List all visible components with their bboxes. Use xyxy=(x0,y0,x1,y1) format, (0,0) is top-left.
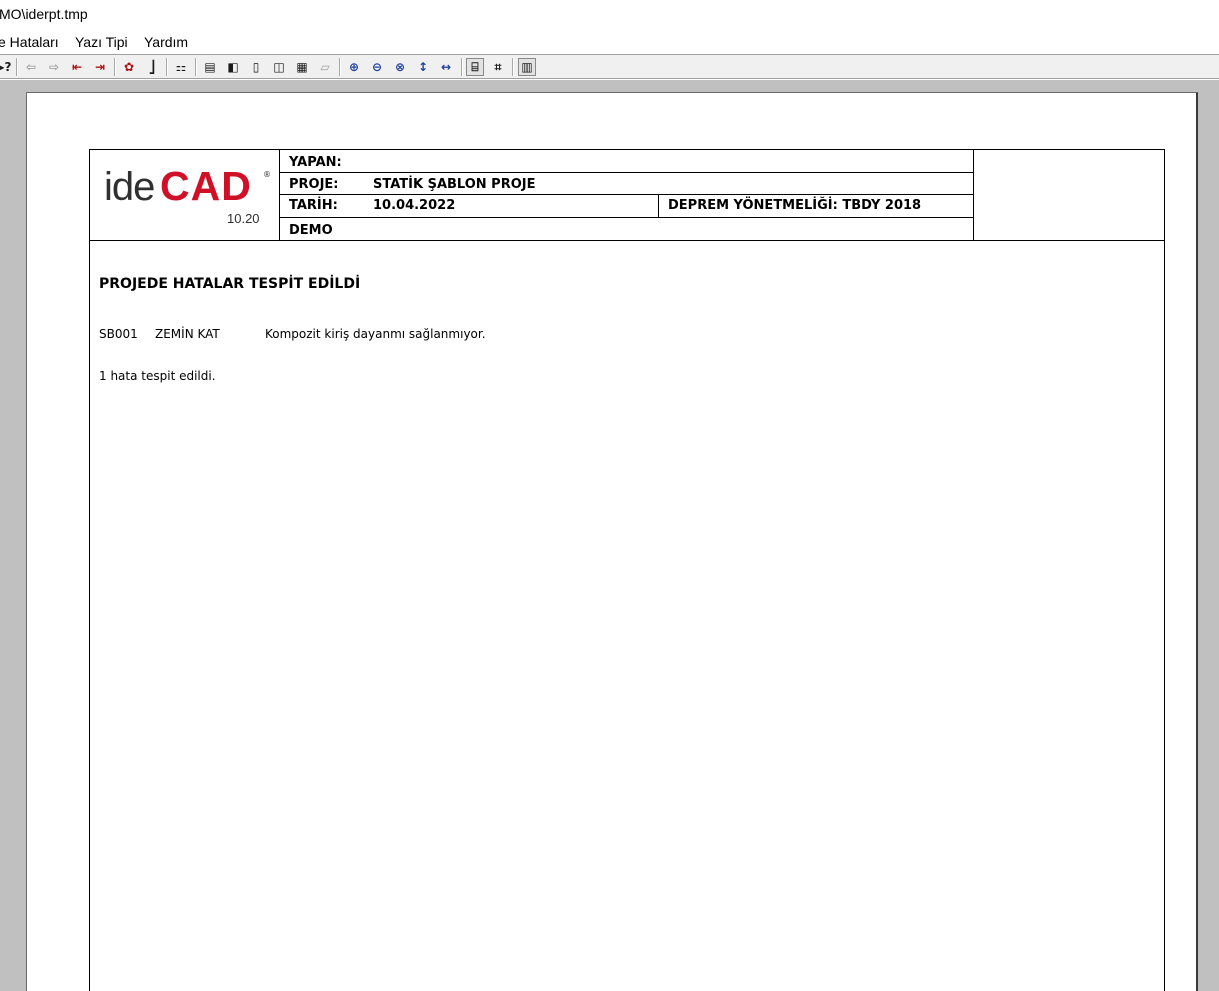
toolbar-separator xyxy=(195,58,197,76)
header-right-divider xyxy=(973,149,974,241)
demo-label: DEMO xyxy=(289,223,333,238)
settings-icon[interactable]: ✿ xyxy=(120,58,138,76)
tarih-deprem-divider xyxy=(658,194,659,218)
toolbar-separator xyxy=(339,58,341,76)
idecad-logo-cad: CAD xyxy=(160,163,252,209)
proje-value: STATİK ŞABLON PROJE xyxy=(373,177,536,192)
registered-mark: ® xyxy=(263,170,271,179)
header-row-line xyxy=(279,217,974,218)
back-arrow-icon[interactable]: ⇦ xyxy=(22,58,40,76)
tarih-label: TARİH: xyxy=(289,198,338,213)
toolbar-separator xyxy=(166,58,168,76)
report-icon[interactable]: ▥ xyxy=(518,58,536,76)
title-bar: MO\iderpt.tmp xyxy=(0,0,1219,30)
first-page-icon[interactable]: ⇤ xyxy=(68,58,86,76)
zoom-out-icon[interactable]: ⊖ xyxy=(368,58,386,76)
report-title: PROJEDE HATALAR TESPİT EDİLDİ xyxy=(99,276,361,292)
fit-width-icon[interactable]: ↔ xyxy=(437,58,455,76)
forward-arrow-icon[interactable]: ⇨ xyxy=(45,58,63,76)
menu-bar: e Hataları Yazı Tipi Yardım xyxy=(0,31,1219,53)
page-view-2-icon[interactable]: ◧ xyxy=(224,58,242,76)
idecad-version: 10.20 xyxy=(227,211,260,226)
toolbar: ▸? ⇦ ⇨ ⇤ ⇥ ✿ ⎦ ⚏ ▤ ◧ ▯ ◫ ▦ ▱ ⊕ ⊖ ⊗ ↕ ↔ ⌸… xyxy=(0,54,1219,79)
error-summary: 1 hata tespit edildi. xyxy=(99,369,216,383)
single-page-icon[interactable]: ⌸ xyxy=(466,58,484,76)
multi-page-icon[interactable]: ⌗ xyxy=(489,58,507,76)
window-title: MO\iderpt.tmp xyxy=(0,6,88,22)
page-view-1-icon[interactable]: ▤ xyxy=(201,58,219,76)
toolbar-separator xyxy=(114,58,116,76)
toolbar-separator xyxy=(512,58,514,76)
toolbar-separator xyxy=(461,58,463,76)
table-icon[interactable]: ▦ xyxy=(293,58,311,76)
toolbar-separator xyxy=(16,58,18,76)
zoom-fit-icon[interactable]: ⊗ xyxy=(391,58,409,76)
logo-divider xyxy=(279,149,280,241)
zoom-in-icon[interactable]: ⊕ xyxy=(345,58,363,76)
help-icon[interactable]: ▸? xyxy=(0,58,14,76)
header-bottom-line xyxy=(89,240,1165,241)
page-view-4-icon[interactable]: ◫ xyxy=(270,58,288,76)
header-row-line xyxy=(279,194,974,195)
error-code: SB001 xyxy=(99,327,138,341)
page-view-3-icon[interactable]: ▯ xyxy=(247,58,265,76)
tree-icon[interactable]: ⚏ xyxy=(172,58,190,76)
menu-item-yazi-tipi[interactable]: Yazı Tipi xyxy=(75,34,128,50)
error-message: Kompozit kiriş dayanmı sağlanmıyor. xyxy=(265,327,486,341)
proje-label: PROJE: xyxy=(289,177,339,192)
header-row-line xyxy=(279,172,974,173)
menu-item-hatalari[interactable]: e Hataları xyxy=(0,34,59,50)
insert-icon[interactable]: ⎦ xyxy=(143,58,161,76)
last-page-icon[interactable]: ⇥ xyxy=(91,58,109,76)
yapan-label: YAPAN: xyxy=(289,155,342,170)
tarih-value: 10.04.2022 xyxy=(373,198,456,213)
menu-item-yardim[interactable]: Yardım xyxy=(144,34,188,50)
idecad-logo-ide: ide xyxy=(104,165,155,209)
disabled-view-icon: ▱ xyxy=(320,60,330,74)
error-floor: ZEMİN KAT xyxy=(155,327,220,341)
fit-height-icon[interactable]: ↕ xyxy=(414,58,432,76)
deprem-yonetmeligi: DEPREM YÖNETMELİĞİ: TBDY 2018 xyxy=(668,198,922,213)
